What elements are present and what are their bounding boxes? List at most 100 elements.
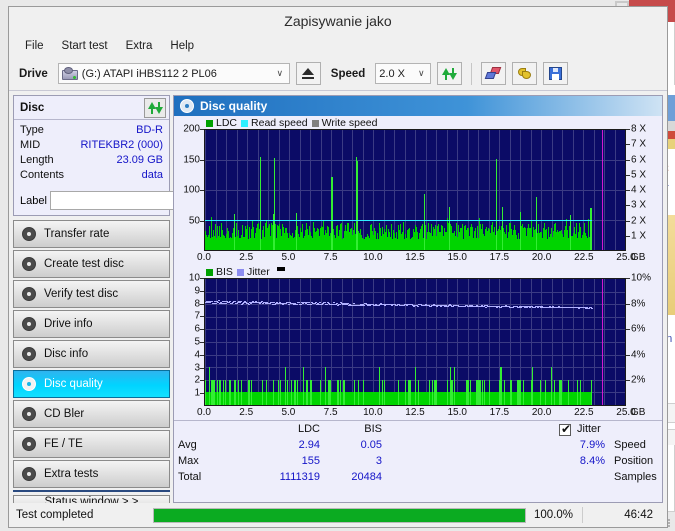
test-button-label: Verify test disc xyxy=(44,288,119,300)
jitter-point xyxy=(234,301,236,303)
y2-tick xyxy=(626,205,630,207)
legend-swatch-bis xyxy=(206,268,213,276)
test-button-disc-quality[interactable]: Disc quality xyxy=(13,370,170,398)
disc-row-length-value: 23.09 GB xyxy=(116,154,163,166)
stats-panel: LDC BIS ✔ Jitter Avg 2.94 0.05 7.9% Max … xyxy=(174,420,662,498)
y2-tick xyxy=(626,174,630,176)
tools-button[interactable] xyxy=(512,62,538,85)
test-button-verify-test-disc[interactable]: Verify test disc xyxy=(13,280,170,308)
read-speed-line xyxy=(205,219,592,221)
jitter-point xyxy=(298,301,300,303)
disc-row-contents-value: data xyxy=(141,169,163,181)
disc-quality-header: Disc quality xyxy=(174,96,662,116)
refresh-button[interactable] xyxy=(437,62,463,85)
stats-samples-key: Samples xyxy=(614,471,657,483)
disc-row-contents: Contents data xyxy=(20,168,163,183)
legend-extra-marker xyxy=(276,267,285,271)
titlebar: Zapisywanie jako xyxy=(9,7,667,35)
stats-header-bis: BIS xyxy=(364,423,382,435)
jitter-point xyxy=(229,300,231,302)
erase-button[interactable] xyxy=(481,62,507,85)
jitter-point xyxy=(242,303,244,305)
disc-icon xyxy=(22,317,36,331)
test-button-label: Disc quality xyxy=(44,378,103,390)
y2-tick-label: 2% xyxy=(631,374,646,386)
ldc-chart-plot[interactable] xyxy=(204,129,626,251)
test-button-disc-info[interactable]: Disc info xyxy=(13,340,170,368)
y2-tick xyxy=(626,380,630,382)
x-tick-label: 10.0 xyxy=(363,407,383,418)
x-axis-unit: GB xyxy=(631,407,646,418)
sidebar-accent-bar xyxy=(13,490,170,492)
x-axis-unit: GB xyxy=(631,252,646,263)
menu-item-extra[interactable]: Extra xyxy=(118,38,161,54)
x-tick-label: 0.0 xyxy=(197,252,211,263)
bis-chart-wrap: 1 2 3 4 5 6 7 8 9 10 2% 4% 6% 8% 10% xyxy=(176,273,658,406)
elapsed-time: 46:42 xyxy=(624,509,653,521)
jitter-point xyxy=(319,302,321,304)
stats-row-max-ldc: 155 xyxy=(301,455,320,467)
erase-icon xyxy=(485,67,502,80)
y-tick-label: 200 xyxy=(183,123,200,135)
legend-item-jitter: Jitter xyxy=(236,266,270,278)
test-button-transfer-rate[interactable]: Transfer rate xyxy=(13,220,170,248)
x-tick-label: 17.5 xyxy=(489,407,510,418)
x-tick-label: 12.5 xyxy=(405,407,425,418)
ldc-chart-wrap: 50 100 150 200 1 X 2 X 3 X 4 X 5 X 6 X 7 X 8 X xyxy=(176,124,658,251)
progress-bar xyxy=(153,507,526,523)
legend-label-write-speed: Write speed xyxy=(321,117,378,129)
bis-chart-block: BIS Jitter 1 2 3 4 5 6 7 8 9 10 2% 4% 6% 8% 10% 0.0 2 xyxy=(174,265,662,420)
test-button-fe-te[interactable]: FE / TE xyxy=(13,430,170,458)
menu-item-help[interactable]: Help xyxy=(162,38,202,54)
disc-icon xyxy=(180,99,194,113)
disc-info-rows: Type BD-R MID RITEKBR2 (000) Length 23.0… xyxy=(14,120,169,187)
stats-position-key: Position xyxy=(614,455,654,467)
legend-item-ldc: LDC xyxy=(206,117,237,129)
stats-row-total-bis: 20484 xyxy=(351,471,382,483)
disc-refresh-button[interactable] xyxy=(144,97,166,118)
jitter-checkbox[interactable]: ✔ xyxy=(559,423,571,436)
test-button-label: FE / TE xyxy=(44,438,83,450)
stats-row-total-key: Total xyxy=(178,471,202,483)
legend-item-bis: BIS xyxy=(206,266,233,278)
x-tick-label: 20.0 xyxy=(531,407,552,418)
save-button[interactable] xyxy=(543,62,569,85)
y2-tick-label: 8 X xyxy=(631,123,647,135)
disc-icon xyxy=(22,467,36,481)
jitter-point xyxy=(288,304,290,306)
stats-header-jitter: Jitter xyxy=(577,423,601,435)
grid-line-h xyxy=(205,354,625,356)
test-button-drive-info[interactable]: Drive info xyxy=(13,310,170,338)
legend-item-write-speed: Write speed xyxy=(311,117,378,129)
menu-item-start-test[interactable]: Start test xyxy=(54,38,116,54)
disc-row-length: Length 23.09 GB xyxy=(20,153,163,168)
test-button-create-test-disc[interactable]: Create test disc xyxy=(13,250,170,278)
ldc-chart-x-axis: 0.0 2.5 5.0 7.5 10.0 12.5 15.0 17.5 20.0 22.5 25.0… xyxy=(197,251,645,265)
drive-select[interactable]: (G:) ATAPI iHBS112 2 PL06 ∨ xyxy=(57,63,290,84)
y2-tick xyxy=(626,159,630,161)
position-marker xyxy=(602,279,603,405)
window-body: Disc Type BD-R MID RITEKBR2 (000) Length… xyxy=(9,91,667,509)
disc-row-mid-value: RITEKBR2 (000) xyxy=(80,139,163,151)
test-button-label: Extra tests xyxy=(44,468,99,480)
eject-button[interactable] xyxy=(295,62,321,85)
disc-row-length-key: Length xyxy=(20,154,54,166)
tools-icon xyxy=(517,67,532,80)
x-tick-label: 5.0 xyxy=(281,252,296,263)
test-button-extra-tests[interactable]: Extra tests xyxy=(13,460,170,488)
x-tick-label: 20.0 xyxy=(531,252,552,263)
bis-chart-plot[interactable] xyxy=(204,278,626,406)
refresh-icon xyxy=(147,101,163,115)
menu-item-file[interactable]: File xyxy=(17,38,52,54)
jitter-point xyxy=(591,307,593,309)
speed-select[interactable]: 2.0 X ∨ xyxy=(375,63,432,84)
window-title: Zapisywanie jako xyxy=(284,13,392,29)
ldc-chart-block: LDC Read speed Write speed 50 100 150 200 xyxy=(174,116,662,265)
stats-row-avg-jitter: 7.9% xyxy=(579,439,605,451)
test-list: Transfer rate Create test disc Verify te… xyxy=(13,220,170,490)
jitter-point xyxy=(285,303,287,305)
disc-icon xyxy=(22,287,36,301)
test-button-cd-bler[interactable]: CD Bler xyxy=(13,400,170,428)
test-button-label: Create test disc xyxy=(44,258,124,270)
disc-row-mid: MID RITEKBR2 (000) xyxy=(20,138,163,153)
